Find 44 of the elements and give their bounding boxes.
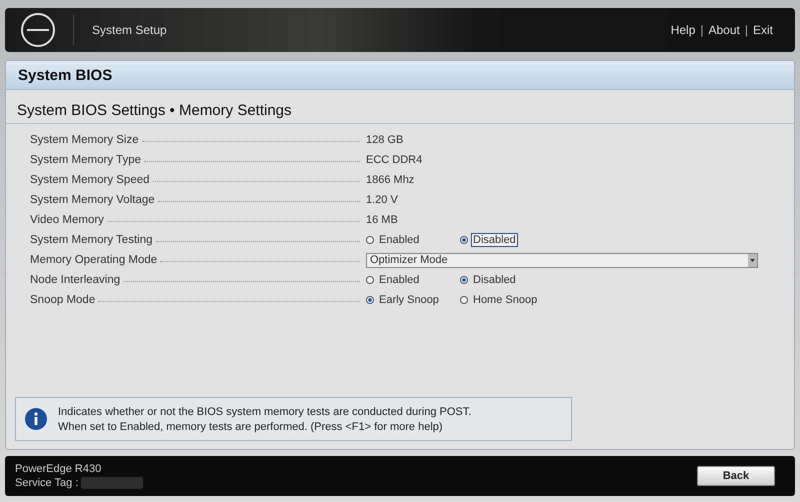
mode-dropdown[interactable]: Optimizer Mode — [366, 252, 758, 268]
model-name: PowerEdge R430 — [15, 463, 102, 475]
setting-value: 16 MB — [366, 214, 398, 226]
help-text: Indicates whether or not the BIOS system memory tests are conducted during POST. — [58, 406, 472, 418]
setting-label: System Memory Testing — [30, 234, 152, 246]
radio-label[interactable]: Disabled — [471, 233, 518, 247]
radio-button[interactable] — [366, 276, 374, 284]
setting-label: System Memory Size — [30, 134, 139, 146]
header-link[interactable]: About — [708, 23, 740, 37]
radio-label[interactable]: Disabled — [471, 273, 518, 287]
page-subtitle: System BIOS Settings • Memory Settings — [6, 90, 794, 124]
header-link[interactable]: Exit — [752, 23, 773, 37]
setting-label: Node Interleaving — [30, 274, 120, 286]
setting-label: Memory Operating Mode — [30, 254, 158, 266]
help-text: When set to Enabled, memory tests are performed. (Press <F1> for more help) — [58, 420, 444, 432]
setting-label: Video Memory — [30, 214, 104, 226]
setting-value: ECC DDR4 — [366, 154, 422, 166]
radio-label[interactable]: Enabled — [377, 233, 422, 247]
setting-label: Snoop Mode — [30, 294, 96, 306]
setting-label: System Memory Voltage — [30, 194, 155, 206]
link-separator: | — [744, 23, 748, 37]
setting-value: 1.20 V — [366, 194, 398, 206]
info-icon — [24, 407, 48, 431]
radio-button[interactable] — [366, 296, 374, 304]
window-title: System Setup — [73, 15, 167, 45]
radio-button[interactable] — [460, 236, 468, 244]
header-link[interactable]: Help — [670, 23, 696, 37]
redaction-bar — [81, 477, 144, 489]
radio-label[interactable]: Home Snoop — [471, 293, 540, 307]
radio-button[interactable] — [460, 276, 468, 284]
link-separator: | — [700, 23, 704, 37]
radio-button[interactable] — [366, 236, 374, 244]
service-tag-label: Service Tag : — [15, 477, 78, 489]
setting-label: System Memory Type — [30, 154, 141, 166]
page-title: System BIOS — [6, 61, 794, 90]
radio-label[interactable]: Early Snoop — [377, 293, 441, 307]
setting-value: 1866 Mhz — [366, 174, 414, 186]
radio-label[interactable]: Enabled — [377, 273, 422, 287]
back-button[interactable]: Back — [697, 466, 775, 486]
radio-button[interactable] — [460, 296, 468, 304]
setting-label: System Memory Speed — [30, 174, 150, 186]
logo-icon — [21, 13, 55, 47]
setting-value: 128 GB — [366, 134, 404, 146]
caret-icon — [748, 254, 757, 266]
